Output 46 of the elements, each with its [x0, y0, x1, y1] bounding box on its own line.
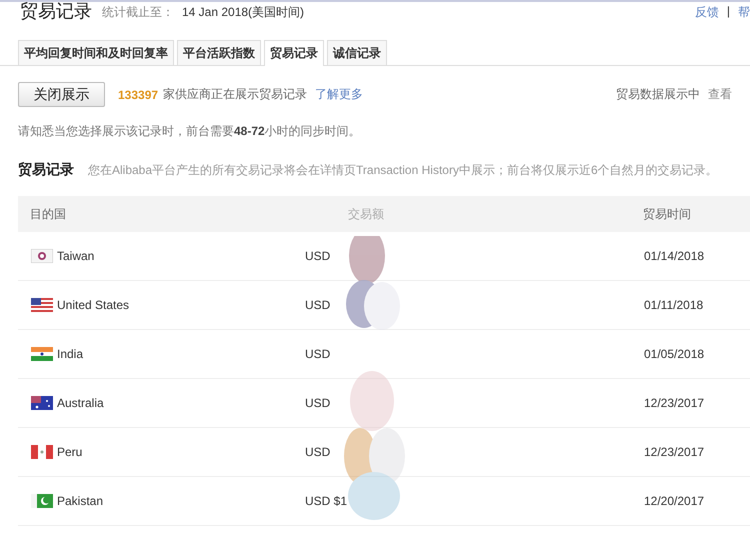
country-cell: United States — [57, 298, 130, 312]
link-separator: | — [726, 4, 730, 20]
section-title: 贸易记录 — [18, 161, 74, 179]
date-cell: 01/14/2018 — [644, 249, 704, 263]
tab[interactable]: 平台活跃指数 — [177, 40, 261, 65]
learn-more-link[interactable]: 了解更多 — [315, 86, 364, 103]
date-cell: 12/23/2017 — [644, 396, 704, 410]
country-cell: Pakistan — [57, 494, 104, 508]
country-cell: Australia — [57, 396, 104, 410]
amount-cell: USD $1 — [305, 494, 348, 508]
country-cell: India — [57, 347, 84, 361]
amount-cell: USD — [305, 249, 330, 263]
supplier-count: 133397 — [118, 88, 158, 102]
date-cell: 12/20/2017 — [644, 494, 704, 508]
amount-cell: USD — [305, 347, 330, 361]
column-header: 交易额 — [347, 206, 385, 222]
column-header: 贸易时间 — [642, 206, 692, 222]
view-link[interactable]: 查看 — [708, 86, 732, 103]
stats-label: 统计截止至： — [102, 4, 174, 21]
supplier-count-text: 家供应商正在展示贸易记录 — [163, 86, 308, 103]
date-cell: 01/05/2018 — [644, 347, 704, 361]
display-status: 贸易数据展示中 — [616, 86, 700, 103]
section-description: 您在Alibaba平台产生的所有交易记录将会在详情页Transaction History中展示；前台将仅展示近6个自然月的交易记录。 — [88, 162, 718, 179]
stats-date: 14 Jan 2018(美国时间) — [182, 4, 304, 21]
amount-cell: USD — [305, 298, 330, 312]
date-cell: 12/23/2017 — [644, 445, 704, 459]
tab[interactable]: 诚信记录 — [327, 40, 387, 65]
flag-icon — [31, 249, 53, 263]
flag-icon — [31, 347, 53, 361]
close-display-button[interactable]: 关闭展示 — [18, 82, 105, 107]
tab[interactable]: 贸易记录 — [264, 40, 324, 66]
page-title: 贸易记录 — [20, 2, 92, 21]
flag-icon — [31, 445, 53, 459]
flag-icon — [31, 298, 53, 312]
tab[interactable]: 平均回复时间和及时回复率 — [18, 40, 174, 65]
amount-cell: USD — [305, 396, 330, 410]
sync-notice: 请知悉当您选择展示该记录时，前台需要48-72小时的同步时间。 — [17, 123, 362, 140]
flag-icon — [31, 494, 53, 508]
date-cell: 01/11/2018 — [644, 298, 704, 312]
country-cell: Peru — [57, 445, 82, 459]
amount-cell: USD — [305, 445, 330, 459]
help-link[interactable]: 帮 — [738, 4, 750, 21]
feedback-link[interactable]: 反馈 — [694, 4, 719, 21]
country-cell: Taiwan — [57, 249, 94, 263]
column-header: 目的国 — [29, 206, 67, 222]
flag-icon — [31, 396, 53, 410]
